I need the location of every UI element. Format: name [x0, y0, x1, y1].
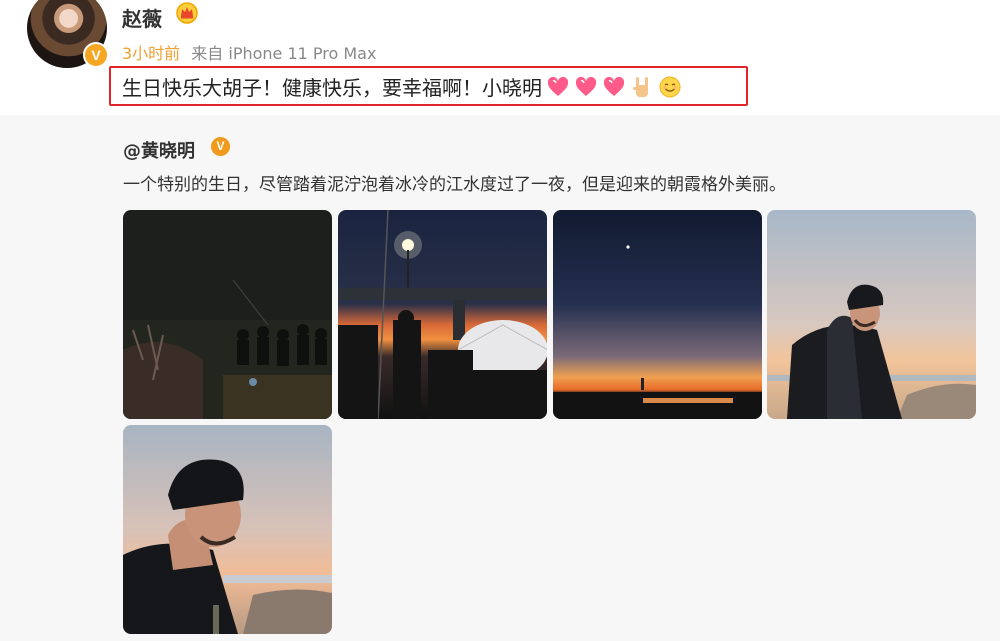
rock-hand-emoji-icon: [633, 77, 648, 97]
verified-badge-icon: V: [83, 42, 109, 68]
post-time[interactable]: 3小时前: [122, 44, 180, 63]
smile-emoji-icon: [659, 76, 681, 98]
repost-text: 一个特别的生日，尽管踏着泥泞泡着冰冷的江水度过了一夜，但是迎来的朝霞格外美丽。: [123, 175, 786, 195]
dawn-sky-river-photo[interactable]: [553, 210, 762, 419]
repost-verified-badge-icon: V: [209, 135, 232, 158]
night-crowd-riverbank-photo[interactable]: [123, 210, 332, 419]
bridge-night-crew-photo[interactable]: [338, 210, 547, 419]
post-source: 来自 iPhone 11 Pro Max: [191, 44, 377, 63]
post-text: 生日快乐大胡子！健康快乐，要幸福啊！小晓明: [122, 76, 542, 100]
repost-card: @黄晓明 V 一个特别的生日，尽管踏着泥泞泡着冰冷的江水度过了一夜，但是迎来的朝…: [0, 115, 1000, 641]
post-meta: 3小时前 来自 iPhone 11 Pro Max: [122, 40, 376, 64]
heart-emoji-icon: [547, 76, 569, 96]
man-in-beanie-photo-2[interactable]: [123, 425, 332, 634]
heart-emoji-icon: [575, 76, 597, 96]
repost-author[interactable]: @黄晓明: [123, 137, 195, 163]
weibo-post-header: V 赵薇 3小时前 来自 iPhone 11 Pro Max 生日快乐大胡子！健…: [0, 0, 1000, 115]
author-name[interactable]: 赵薇: [122, 3, 162, 32]
post-text-line: 生日快乐大胡子！健康快乐，要幸福啊！小晓明: [122, 72, 682, 101]
vip-crown-icon: [176, 2, 198, 24]
man-in-beanie-photo-1[interactable]: [767, 210, 976, 419]
heart-emoji-icon: [603, 76, 625, 96]
